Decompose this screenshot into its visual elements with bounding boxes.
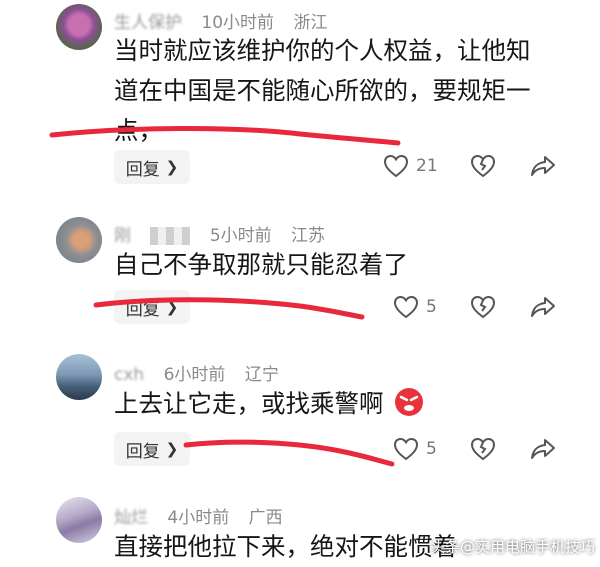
like-count: 21	[416, 156, 438, 176]
chevron-right-icon: ❯	[165, 440, 179, 458]
like-count: 5	[426, 297, 437, 317]
broken-heart-icon[interactable]	[470, 295, 496, 319]
reply-button[interactable]: 回复 ❯	[114, 290, 190, 324]
location: 浙江	[293, 13, 328, 33]
reply-button[interactable]: 回复 ❯	[114, 432, 190, 466]
like-count: 5	[426, 439, 437, 459]
like-button[interactable]: 5	[393, 295, 437, 319]
comment-text: 当时就应该维护你的个人权益，让他知道在中国是不能随心所欲的，要规矩一点，	[114, 36, 531, 145]
timestamp: 4小时前	[167, 508, 230, 528]
avatar[interactable]	[56, 354, 102, 400]
location: 辽宁	[244, 365, 279, 385]
timestamp: 5小时前	[209, 226, 272, 246]
timestamp: 6小时前	[163, 365, 226, 385]
like-button[interactable]: 21	[383, 154, 438, 178]
username[interactable]: 生人保护	[114, 8, 182, 33]
avatar[interactable]	[56, 4, 102, 50]
reply-button[interactable]: 回复 ❯	[114, 150, 190, 184]
comment-text-content: 上去让它走，或找乘警啊	[114, 389, 384, 418]
angry-face-emoji-icon	[395, 388, 424, 416]
watermark: 头条@实用电脑手机技巧	[430, 538, 596, 556]
location: 江苏	[291, 226, 326, 246]
broken-heart-icon[interactable]	[470, 154, 496, 178]
username[interactable]: cxh	[114, 365, 144, 385]
chevron-right-icon: ❯	[165, 158, 179, 176]
reply-label: 回复	[125, 441, 160, 462]
share-icon[interactable]	[530, 154, 556, 178]
share-icon[interactable]	[530, 295, 556, 319]
comment-text: 上去让它走，或找乘警啊	[114, 384, 554, 424]
comment-text: 自己不争取那就只能忍着了	[114, 250, 408, 279]
share-icon[interactable]	[530, 437, 556, 461]
heart-icon	[393, 295, 419, 319]
username[interactable]: 灿烂	[114, 503, 148, 528]
avatar[interactable]	[56, 217, 102, 263]
like-button[interactable]: 5	[393, 437, 437, 461]
heart-icon	[393, 437, 419, 461]
broken-heart-icon[interactable]	[470, 437, 496, 461]
chevron-right-icon: ❯	[165, 298, 179, 316]
avatar[interactable]	[56, 497, 102, 543]
reply-label: 回复	[125, 299, 160, 320]
pixelated-name	[150, 227, 191, 245]
timestamp: 10小时前	[201, 13, 275, 33]
annotation-underline-3	[183, 439, 395, 467]
username[interactable]: 刚	[114, 221, 131, 246]
location: 广西	[248, 508, 283, 528]
heart-icon	[383, 154, 409, 178]
reply-label: 回复	[125, 159, 160, 180]
